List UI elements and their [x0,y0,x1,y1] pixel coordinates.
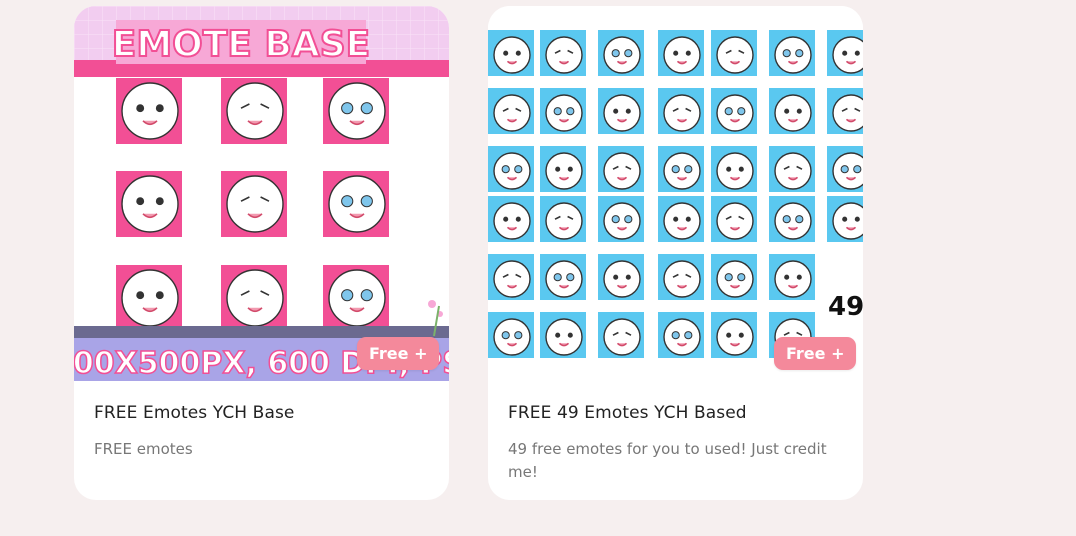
emote-tile [658,30,704,76]
emote-tile [221,78,287,144]
emote-tile [658,254,704,300]
emote-tile [827,196,863,242]
emote-tile [711,254,757,300]
emote-tile [488,146,534,192]
banner-text: EMOTE BASE [112,24,371,65]
emote-tile [769,30,815,76]
emote-tile [116,265,182,331]
product-title[interactable]: FREE Emotes YCH Base [94,403,294,423]
emote-tile [769,88,815,134]
emote-tile [323,265,389,331]
emote-tile [658,88,704,134]
free-badge: Free + [357,337,440,370]
emote-tile [488,196,534,242]
side-text: 49 Em [828,292,863,322]
emote-tile [540,196,586,242]
emote-base-preview-image: EMOTE BASE 500X500PX, 600 DPI, PSD FILE [74,6,449,381]
product-thumbnail[interactable]: 49 Em [488,6,863,381]
emote-tile [658,196,704,242]
emote-tile [598,254,644,300]
emote-tile [658,312,704,358]
emote-tile [488,312,534,358]
emote-tile [540,312,586,358]
emote-tile [658,146,704,192]
emote-tile [827,146,863,192]
emote-tile [540,88,586,134]
emote-tile [598,312,644,358]
emote-tile [711,312,757,358]
product-description: 49 free emotes for you to used! Just cre… [508,440,827,481]
emote-tile [488,30,534,76]
emote-tile [598,196,644,242]
emote-tile [323,171,389,237]
product-description: FREE emotes [94,440,193,458]
emote-tile [769,146,815,192]
emote-tile [540,30,586,76]
emote-tile [540,146,586,192]
emote-tile [116,171,182,237]
emote-tile [769,196,815,242]
emote-grid [116,78,389,331]
product-card-49-emotes[interactable]: 49 Em Free + FREE 49 Emotes YCH Based 49… [488,6,863,500]
49-emotes-preview-image: 49 Em [488,6,863,381]
emote-tile [488,254,534,300]
emote-tile [221,265,287,331]
emote-tile [598,146,644,192]
emote-tile [323,78,389,144]
product-card-emote-base[interactable]: EMOTE BASE 500X500PX, 600 DPI, PSD FILE … [74,6,449,500]
emote-tile [598,88,644,134]
emote-tile [827,30,863,76]
emote-tile [711,196,757,242]
product-title[interactable]: FREE 49 Emotes YCH Based [508,403,747,423]
product-thumbnail[interactable]: EMOTE BASE 500X500PX, 600 DPI, PSD FILE [74,6,449,381]
emote-tile [221,171,287,237]
free-badge: Free + [774,337,857,370]
emote-tile [769,254,815,300]
emote-tile [540,254,586,300]
emote-tile [711,146,757,192]
emote-tile [711,88,757,134]
emote-tile [711,30,757,76]
emote-tile [488,88,534,134]
emote-tile [598,30,644,76]
emote-tile [116,78,182,144]
emote-tile [827,88,863,134]
